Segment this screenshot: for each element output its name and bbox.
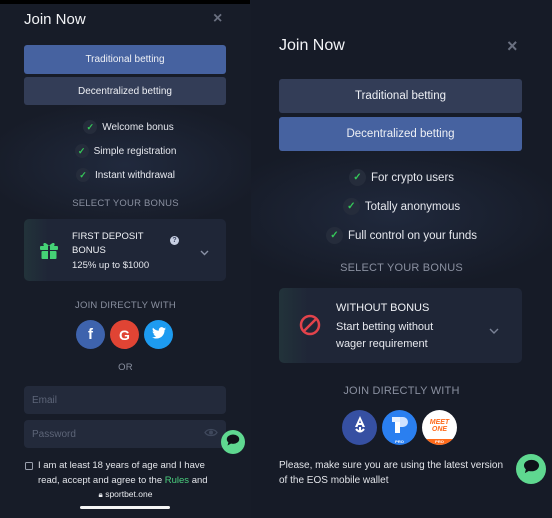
url-text: sportbet.one [105,489,153,499]
google-login-button[interactable]: G [110,320,139,349]
wallet-note-line1: Please, make sure you are using the late… [279,460,504,471]
rules-link[interactable]: Rules [165,475,189,486]
terms-text: and [189,475,208,486]
join-modal-decentralized: Join Now × Traditional betting Decentral… [251,0,552,518]
password-placeholder: Password [32,428,76,440]
modal-title: Join Now [279,37,345,54]
show-password-eye-icon[interactable] [204,428,218,440]
email-input[interactable]: Email [24,386,226,414]
bonus-title-line2: BONUS [72,245,106,256]
anchor-icon [352,415,368,440]
feature-item: ✓ For crypto users [251,169,552,186]
tab-traditional-betting[interactable]: Traditional betting [279,79,522,113]
google-icon: G [119,326,130,343]
twitter-login-button[interactable] [144,320,173,349]
feature-item: ✓ Welcome bonus [6,120,251,134]
bonus-subtitle-line2: wager requirement [336,338,428,350]
facebook-icon: f [88,326,93,343]
feature-label: Welcome bonus [102,121,174,133]
browser-url-bar[interactable]: 🔒︎ sportbet.one [0,489,251,503]
wallet-note-line2: of the EOS mobile wallet [279,475,389,486]
feature-label: Totally anonymous [364,200,461,213]
tab-traditional-betting[interactable]: Traditional betting [24,45,226,74]
check-icon: ✓ [74,144,89,158]
bonus-title-line1: FIRST DEPOSIT [72,231,144,242]
pro-badge: PRO [395,439,404,444]
no-entry-icon [299,314,321,341]
terms-text: read, accept and agree to the [38,475,165,486]
feature-item: ✓ Simple registration [0,144,251,158]
check-icon: ✓ [348,169,366,186]
status-bar-strip [0,0,250,4]
tab-decentralized-betting[interactable]: Decentralized betting [279,117,522,151]
modal-title: Join Now [24,11,86,28]
join-modal-traditional: Join Now × Traditional betting Decentral… [0,0,251,518]
or-divider-label: OR [118,362,133,373]
tokenpocket-wallet-button[interactable]: PRO [382,410,417,445]
email-placeholder: Email [32,394,58,406]
lock-icon: 🔒︎ [98,490,103,499]
screenshot-comparison: Join Now × Traditional betting Decentral… [0,0,552,518]
select-bonus-label: SELECT YOUR BONUS [340,262,463,274]
age-terms-checkbox[interactable] [25,462,33,470]
join-directly-label: JOIN DIRECTLY WITH [75,300,176,311]
chat-bubble-icon [226,433,240,451]
bonus-selector[interactable]: FIRST DEPOSIT BONUS 125% up to $1000 ? [24,219,226,281]
chat-bubble-icon [523,459,540,479]
feature-label: For crypto users [370,171,455,184]
terms-text-line1: I am at least 18 years of age and I have [38,460,205,471]
check-icon: ✓ [325,227,343,244]
anchor-wallet-button[interactable] [342,410,377,445]
help-icon[interactable]: ? [170,236,179,245]
meetone-wallet-button[interactable]: MEET ONE PRO [422,410,457,445]
gift-icon [39,241,59,264]
bonus-subtitle-line1: Start betting without [336,321,434,333]
select-bonus-label: SELECT YOUR BONUS [72,198,179,209]
feature-label: Instant withdrawal [94,169,176,181]
close-icon[interactable]: × [213,10,222,28]
close-icon[interactable]: × [507,36,518,57]
password-input[interactable]: Password [24,420,226,448]
terms-text-line2: read, accept and agree to the Rules and [38,473,208,488]
join-directly-label: JOIN DIRECTLY WITH [343,385,460,397]
facebook-login-button[interactable]: f [76,320,105,349]
meetone-text-line2: ONE [431,425,448,433]
chevron-down-icon[interactable] [200,243,209,261]
feature-label: Full control on your funds [347,229,478,242]
meetone-text-line1: MEET [429,418,450,426]
wallet-login-group: PRO MEET ONE PRO [342,410,457,445]
chevron-down-icon[interactable] [489,322,499,340]
home-indicator [80,506,170,509]
live-chat-button[interactable] [516,454,546,484]
bonus-subtitle: 125% up to $1000 [72,260,150,271]
check-icon: ✓ [342,198,360,215]
feature-item: ✓ Totally anonymous [251,198,552,215]
twitter-icon [151,326,166,344]
feature-item: ✓ Instant withdrawal [0,168,251,182]
feature-label: Simple registration [93,145,177,157]
social-login-group: f G [76,320,173,349]
tab-decentralized-betting[interactable]: Decentralized betting [24,77,226,105]
live-chat-button[interactable] [221,430,245,454]
tokenpocket-icon [390,415,410,440]
pro-badge: PRO [422,439,457,445]
bonus-title: WITHOUT BONUS [336,302,430,314]
feature-item: ✓ Full control on your funds [251,227,552,244]
bonus-selector[interactable]: WITHOUT BONUS Start betting without wage… [279,288,522,363]
check-icon: ✓ [75,168,90,182]
check-icon: ✓ [83,120,98,134]
